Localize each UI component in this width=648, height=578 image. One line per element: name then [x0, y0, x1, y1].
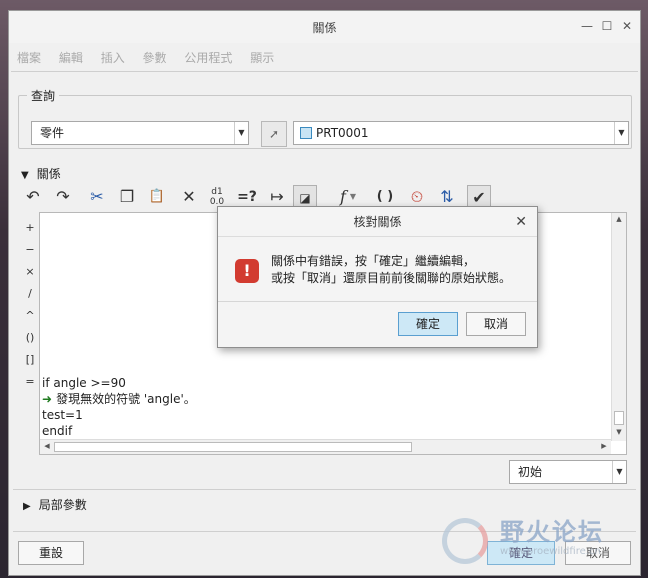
- initial-state-select[interactable]: 初始 ▼: [509, 460, 627, 484]
- code-line: if angle >=90: [42, 376, 126, 390]
- dialog-message-line: 或按「取消」還原目前前後關聯的原始狀態。: [271, 271, 512, 285]
- type-select[interactable]: 零件 ▼: [31, 121, 249, 145]
- menu-utilities[interactable]: 公用程式: [184, 51, 232, 65]
- dialog-cancel-button[interactable]: 取消: [466, 312, 526, 336]
- scroll-right-icon[interactable]: ▶: [598, 442, 610, 450]
- code-line: test=1: [42, 408, 83, 422]
- menu-view[interactable]: 顯示: [250, 51, 274, 65]
- dialog-message-line: 關係中有錯誤，按「確定」繼續編輯，: [271, 254, 476, 268]
- section-separator: [13, 489, 636, 490]
- model-select-value: PRT0001: [316, 126, 369, 140]
- watermark-text: 野火论坛: [500, 518, 604, 546]
- menu-edit[interactable]: 編輯: [59, 51, 83, 65]
- delete-icon[interactable]: ✕: [177, 185, 201, 209]
- dialog-title: 核對關係: [353, 215, 402, 229]
- verify-relations-dialog: 核對關係 ✕ ! 關係中有錯誤，按「確定」繼續編輯， 或按「取消」還原目前前後關…: [217, 206, 538, 348]
- scroll-down-icon[interactable]: ▼: [613, 428, 625, 436]
- copy-icon[interactable]: ❐: [115, 185, 139, 209]
- error-icon: !: [235, 259, 259, 283]
- minimize-button[interactable]: —: [578, 17, 596, 35]
- horizontal-scroll-thumb[interactable]: [54, 442, 412, 452]
- local-params-section-toggle[interactable]: ▶ 局部參數: [23, 496, 87, 513]
- relations-section-toggle[interactable]: ▼ 關係: [21, 165, 61, 182]
- menu-separator: [11, 71, 638, 72]
- dialog-title-bar: 核對關係 ✕: [218, 207, 537, 237]
- relations-code: if angle >=90 ➜ 發現無效的符號 'angle'。 test=1 e…: [42, 375, 196, 439]
- arrow-select-icon[interactable]: ➚: [261, 121, 287, 147]
- relations-label: 關係: [36, 167, 61, 181]
- type-select-value: 零件: [40, 126, 65, 140]
- forum-watermark: 野火论坛 www.proewildfire.cn: [438, 512, 638, 568]
- maximize-button[interactable]: ☐: [598, 17, 616, 35]
- close-icon[interactable]: ✕: [515, 207, 527, 237]
- divide-operator[interactable]: /: [21, 283, 39, 305]
- initial-state-value: 初始: [518, 465, 543, 479]
- scroll-up-icon[interactable]: ▲: [613, 215, 625, 223]
- query-legend: 查詢: [27, 87, 60, 104]
- dialog-separator: [218, 301, 537, 302]
- vertical-scrollbar[interactable]: ▲ ▼: [611, 213, 626, 441]
- watermark-url: www.proewildfire.cn: [500, 546, 601, 557]
- minus-operator[interactable]: −: [21, 239, 39, 261]
- collapse-triangle-icon: ▼: [21, 170, 29, 181]
- power-operator[interactable]: ^: [21, 305, 39, 327]
- equals-operator[interactable]: =: [21, 371, 39, 393]
- local-params-label: 局部參數: [38, 498, 87, 512]
- cut-icon[interactable]: ✂: [85, 185, 109, 209]
- undo-icon[interactable]: ↶: [21, 185, 45, 209]
- plus-operator[interactable]: +: [21, 217, 39, 239]
- model-select[interactable]: PRT0001 ▼: [293, 121, 629, 145]
- menu-bar: 檔案 編輯 插入 參數 公用程式 顯示: [9, 43, 640, 71]
- operator-column: + − × / ^ () [] =: [21, 217, 39, 393]
- reset-button[interactable]: 重設: [18, 541, 84, 565]
- code-line-warning: ➜ 發現無效的符號 'angle'。: [42, 392, 196, 406]
- code-line: endif: [42, 424, 73, 438]
- scroll-left-icon[interactable]: ◀: [41, 442, 53, 450]
- watermark-logo: [442, 518, 488, 564]
- menu-insert[interactable]: 插入: [101, 51, 125, 65]
- redo-icon[interactable]: ↷: [51, 185, 75, 209]
- chevron-down-icon[interactable]: ▼: [612, 461, 626, 483]
- expand-triangle-icon: ▶: [23, 501, 31, 512]
- window-title: 關係: [312, 21, 337, 35]
- close-button[interactable]: ✕: [618, 17, 636, 35]
- parentheses-operator[interactable]: (): [21, 327, 39, 349]
- dialog-ok-button[interactable]: 確定: [398, 312, 458, 336]
- horizontal-scrollbar[interactable]: ◀ ▶: [40, 439, 611, 454]
- title-bar: 關係 — ☐ ✕: [9, 11, 640, 43]
- arrow-right-icon: ➜: [42, 392, 53, 406]
- query-group: 查詢 零件 ▼ ➚ PRT0001 ▼: [18, 87, 632, 149]
- paste-icon[interactable]: 📋: [145, 185, 169, 209]
- vertical-scroll-thumb[interactable]: [614, 411, 624, 425]
- chevron-down-icon[interactable]: ▼: [234, 122, 248, 144]
- dialog-message: 關係中有錯誤，按「確定」繼續編輯， 或按「取消」還原目前前後關聯的原始狀態。: [271, 253, 511, 287]
- menu-parameters[interactable]: 參數: [143, 51, 167, 65]
- multiply-operator[interactable]: ×: [21, 261, 39, 283]
- brackets-operator[interactable]: []: [21, 349, 39, 371]
- part-icon: [300, 127, 312, 139]
- chevron-down-icon[interactable]: ▼: [614, 122, 628, 144]
- menu-file[interactable]: 檔案: [17, 51, 41, 65]
